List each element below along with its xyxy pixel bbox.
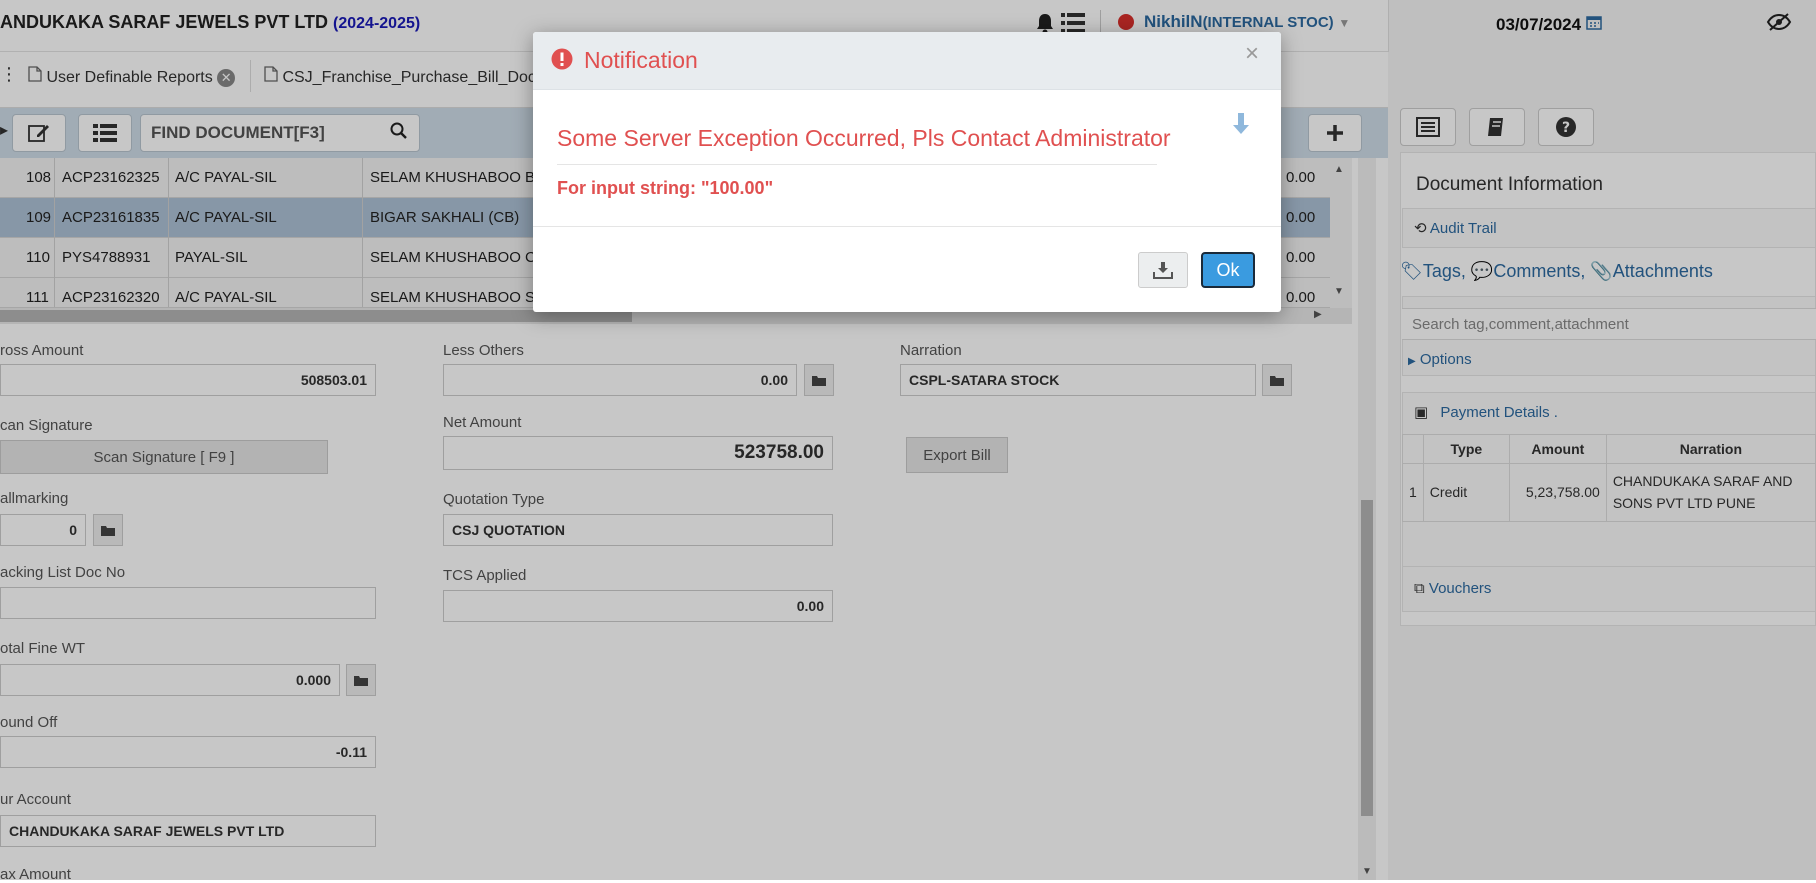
dialog-error-message: Some Server Exception Occurred, Pls Cont…: [557, 125, 1171, 151]
dialog-footer-divider: [533, 226, 1281, 227]
exclamation-circle-icon: [551, 48, 573, 75]
arrow-down-icon[interactable]: [1232, 112, 1250, 141]
dialog-title: Notification: [584, 47, 698, 73]
dialog-close-button[interactable]: ×: [1245, 40, 1259, 68]
download-error-button[interactable]: [1138, 252, 1188, 288]
download-icon: [1153, 262, 1173, 279]
dialog-divider: [557, 164, 1157, 165]
dialog-error-detail: For input string: "100.00": [557, 178, 774, 198]
ok-button[interactable]: Ok: [1201, 252, 1255, 288]
